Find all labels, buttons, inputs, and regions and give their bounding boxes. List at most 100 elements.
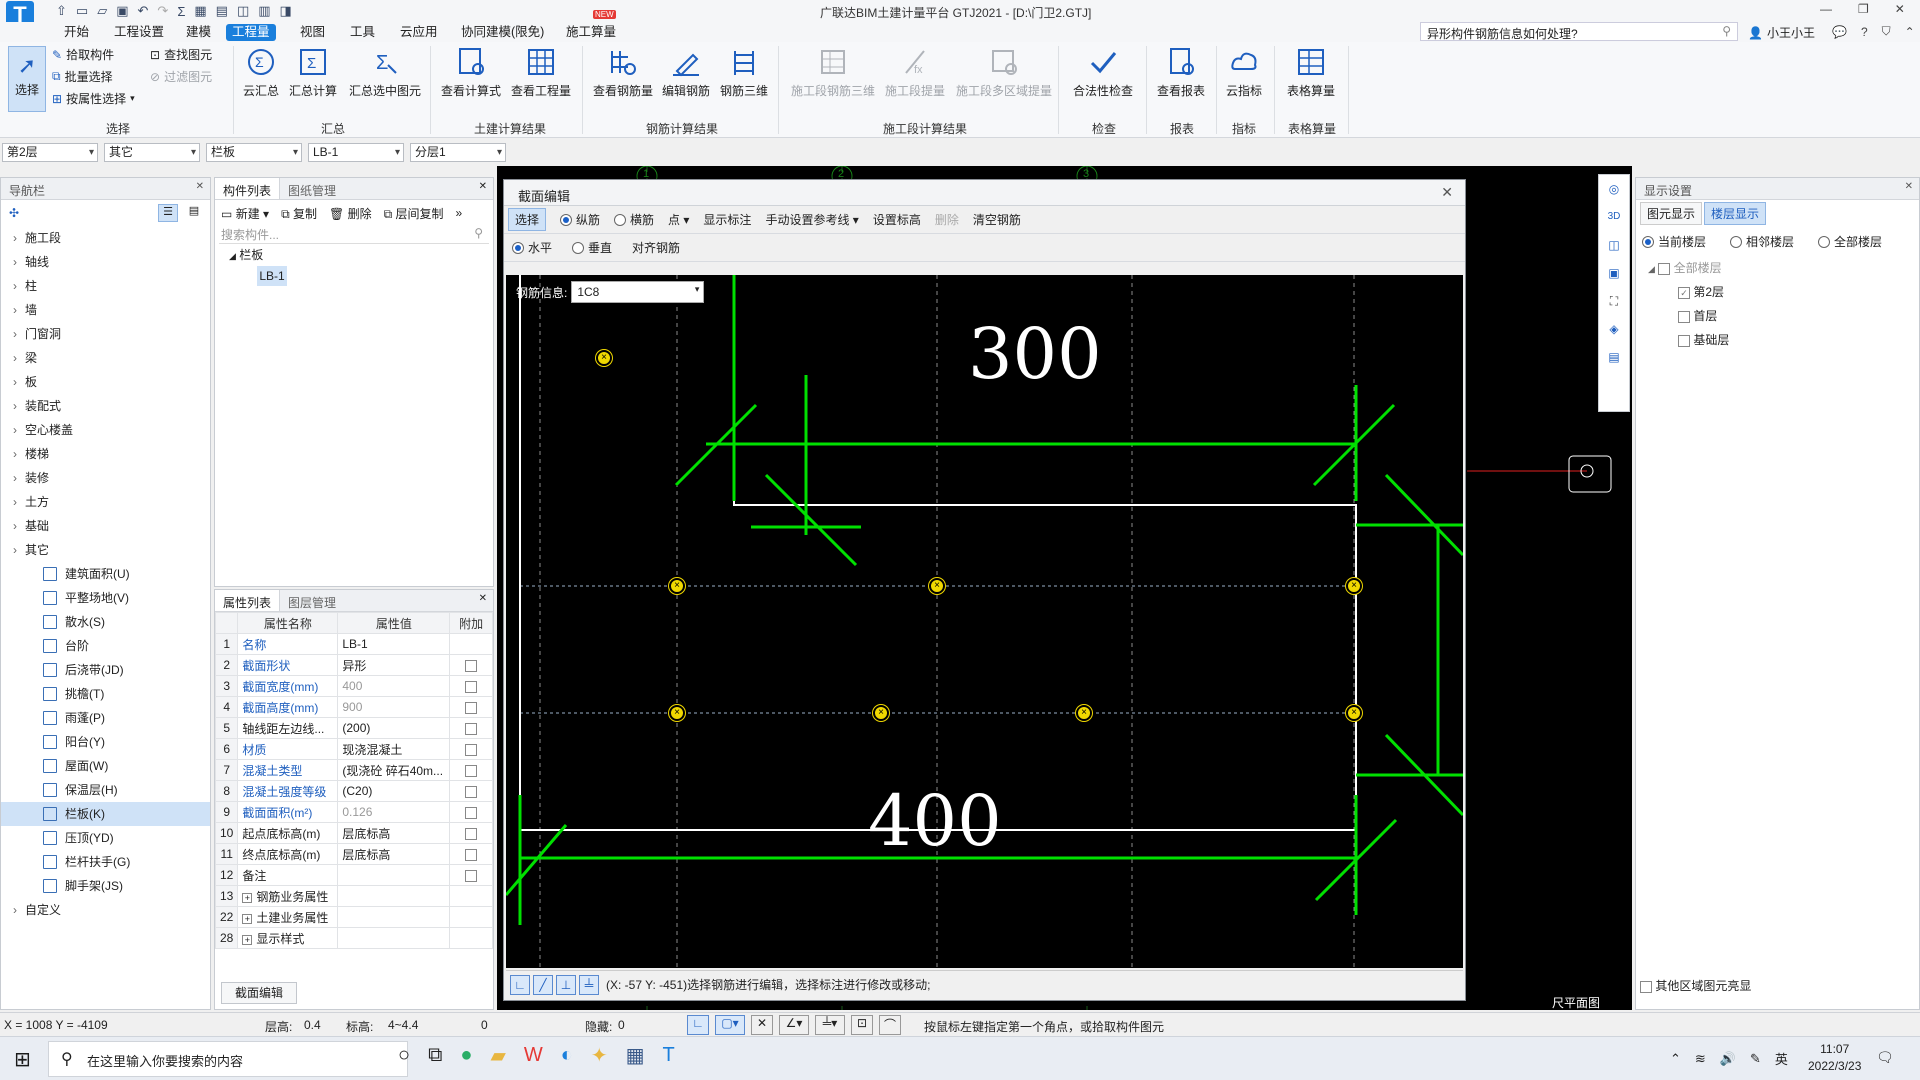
property-value[interactable]: 900 [337, 696, 451, 718]
checkbox-icon[interactable] [465, 701, 478, 714]
gtj-taskbar-icon[interactable]: T [663, 1044, 675, 1067]
pick-component-button[interactable]: ✎ 拾取构件 [52, 46, 114, 63]
checkbox-icon[interactable] [465, 827, 478, 840]
property-value[interactable]: 异形 [337, 654, 451, 676]
user-info[interactable]: 👤 小王小王 [1748, 24, 1815, 41]
dialog-close-icon[interactable]: ✕ [1441, 184, 1453, 201]
delete-component-button[interactable]: 🗑 删除 [329, 205, 372, 222]
summary-selected-button[interactable]: Σ 汇总选中图元 [345, 46, 425, 99]
nav-sub-item[interactable]: 栏板(K) [1, 802, 210, 826]
property-value[interactable]: 0.126 [337, 801, 451, 823]
wps-icon[interactable]: W [524, 1044, 543, 1067]
floor-tree-root[interactable]: ◢ 全部楼层 [1636, 256, 1919, 280]
clear-rebar-button[interactable]: 清空钢筋 [973, 211, 1021, 228]
stirrup-radio[interactable]: 横筋 [614, 211, 654, 228]
dimension-bottom[interactable]: 400 [868, 780, 1002, 862]
menu-tools[interactable]: 工具 [344, 24, 381, 41]
checkbox-icon[interactable] [465, 869, 478, 882]
menu-start[interactable]: 开始 [58, 24, 95, 41]
cloud-index-button[interactable]: 云指标 [1214, 46, 1274, 99]
property-row[interactable]: 28 + 显示样式 [214, 927, 493, 949]
tab-component-list[interactable]: 构件列表 [215, 178, 281, 199]
view-formula-button[interactable]: 查看计算式 [440, 46, 502, 99]
nav-sub-item[interactable]: 雨蓬(P) [1, 706, 210, 730]
property-value[interactable]: LB-1 [337, 633, 451, 655]
layer-copy-button[interactable]: ⧉ 层间复制 [384, 205, 444, 222]
cad-icon[interactable]: ▦ [626, 1043, 645, 1068]
all-floor-radio[interactable]: 全部楼层 [1818, 233, 1882, 250]
nav-item[interactable]: 梁 [1, 346, 210, 370]
menu-quantity[interactable]: 工程量 [226, 24, 276, 41]
rebar-point[interactable]: × [596, 350, 612, 366]
stage-rebar-3d-button[interactable]: 施工段钢筋三维 [788, 46, 878, 99]
nav-sub-item[interactable]: 台阶 [1, 634, 210, 658]
rebar-point[interactable]: × [669, 705, 685, 721]
save-icon[interactable]: ▣ [116, 3, 128, 19]
stage-multi-button[interactable]: 施工段多区域提量 [952, 46, 1056, 99]
nav-item[interactable]: 柱 [1, 274, 210, 298]
property-row[interactable]: 3 截面宽度(mm) 400 [214, 675, 493, 697]
cloud-summary-button[interactable]: Σ 云汇总 [231, 46, 291, 99]
file-explorer-icon[interactable]: ▰ [490, 1043, 505, 1068]
redo-icon[interactable]: ↷ [157, 3, 168, 19]
undo-icon[interactable]: ↶ [138, 3, 149, 19]
view-3d-icon[interactable]: 3D [1599, 203, 1629, 231]
rebar-info-select[interactable]: 1C8 ▾ [571, 281, 705, 303]
checkbox-icon[interactable] [465, 680, 478, 693]
shirt-icon[interactable]: ⛉ [1882, 24, 1891, 39]
offset-icon[interactable]: ╧▾ [815, 1015, 845, 1035]
property-value[interactable] [337, 885, 451, 907]
tab-element-display[interactable]: 图元显示 [1640, 201, 1703, 225]
nav-item[interactable]: 装修 [1, 466, 210, 490]
floor-item[interactable]: 基础层 [1636, 328, 1919, 352]
nav-item[interactable]: 自定义 [1, 898, 210, 922]
open-folder-icon[interactable]: ▱ [97, 3, 107, 19]
nav-item[interactable]: 墙 [1, 298, 210, 322]
nav-item[interactable]: 装配式 [1, 394, 210, 418]
legal-check-button[interactable]: 合法性检查 [1068, 46, 1138, 99]
rotate-view-icon[interactable]: ◎ [1599, 175, 1629, 203]
tab-drawing-manage[interactable]: 图纸管理 [280, 178, 344, 199]
nav-item[interactable]: 施工段 [1, 226, 210, 250]
upload-icon[interactable]: ⇧ [56, 3, 67, 19]
property-value[interactable] [337, 927, 451, 949]
rebar-point[interactable]: × [1346, 578, 1362, 594]
nav-sub-item[interactable]: 屋面(W) [1, 754, 210, 778]
component-search[interactable]: 搜索构件... ⚲ [219, 226, 489, 244]
type-select[interactable]: 其它 [104, 143, 200, 162]
checkbox-icon[interactable] [465, 743, 478, 756]
close-icon[interactable]: ✕ [1895, 2, 1905, 16]
stage-extract-button[interactable]: fx 施工段提量 [880, 46, 950, 99]
nav-sub-item[interactable]: 散水(S) [1, 610, 210, 634]
nav-sub-item[interactable]: 阳台(Y) [1, 730, 210, 754]
new-component-button[interactable]: ▭ 新建 ▾ [221, 205, 269, 222]
detail-view-icon[interactable]: ▤ [184, 204, 204, 222]
name-select[interactable]: LB-1 [308, 143, 404, 162]
adjacent-floor-radio[interactable]: 相邻楼层 [1730, 233, 1794, 250]
property-value[interactable]: (现浇砼 碎石40m... [337, 759, 451, 781]
list-view-icon[interactable]: ☰ [158, 204, 178, 222]
vertical-radio[interactable]: 垂直 [572, 239, 612, 256]
screenshot-icon[interactable]: ⊡ [851, 1015, 873, 1035]
floor-select[interactable]: 第2层 [2, 143, 98, 162]
view-rebar-button[interactable]: 查看钢筋量 [590, 46, 656, 99]
fullscreen-icon[interactable]: ⛶ [1599, 287, 1629, 315]
dialog-delete-button[interactable]: 删除 [935, 211, 959, 228]
property-row[interactable]: 9 截面面积(m²) 0.126 [214, 801, 493, 823]
current-floor-radio[interactable]: 当前楼层 [1642, 233, 1706, 250]
property-row[interactable]: 1 名称 LB-1 [214, 633, 493, 655]
minimize-icon[interactable]: — [1820, 2, 1832, 16]
line-icon[interactable]: ╱ [533, 974, 553, 995]
checkbox-icon[interactable] [465, 806, 478, 819]
nav-item[interactable]: 板 [1, 370, 210, 394]
box-view-icon[interactable]: ▣ [1599, 259, 1629, 287]
tab-attribute-list[interactable]: 属性列表 [215, 590, 281, 611]
view-report-button[interactable]: 查看报表 [1150, 46, 1212, 99]
set-elevation-button[interactable]: 设置标高 [873, 211, 921, 228]
properties-view-icon[interactable]: ▤ [1599, 343, 1629, 371]
section-edit-button[interactable]: 截面编辑 [221, 982, 297, 1004]
taskbar-search[interactable]: ⚲ 在这里输入你要搜索的内容 [48, 1041, 408, 1077]
cross-icon[interactable]: ✕ [751, 1015, 773, 1035]
manual-ref-dropdown[interactable]: 手动设置参考线 ▾ [765, 211, 858, 228]
property-row[interactable]: 5 轴线距左边线... (200) [214, 717, 493, 739]
